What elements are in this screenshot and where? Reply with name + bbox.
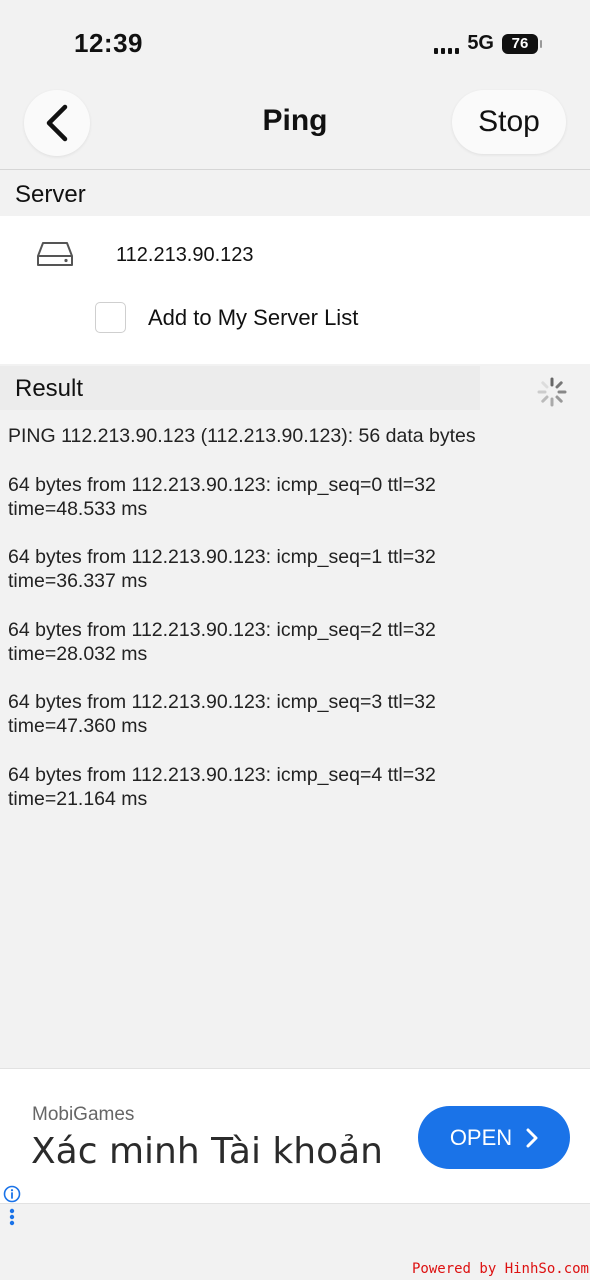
status-indicators: 5G 76 [434,32,542,55]
ping-reply-line: 64 bytes from 112.213.90.123: icmp_seq=1… [8,546,436,568]
loading-spinner-icon [537,377,567,407]
powered-by-watermark: Powered by HinhSo.com [411,1261,589,1277]
ping-reply: 64 bytes from 112.213.90.123: icmp_seq=1… [8,545,583,593]
ad-banner[interactable]: MobiGames Xác minh Tài khoản OPEN [0,1068,590,1204]
result-section-header: Result [0,366,590,410]
network-type: 5G [467,32,494,54]
ping-reply: 64 bytes from 112.213.90.123: icmp_seq=3… [8,690,583,738]
ping-header-line: PING 112.213.90.123 (112.213.90.123): 56… [8,425,476,447]
add-to-server-list-checkbox[interactable] [95,302,126,333]
server-section-header: Server [0,172,590,216]
result-section-label: Result [15,375,84,402]
ping-reply-line: 64 bytes from 112.213.90.123: icmp_seq=3… [8,691,436,713]
add-to-server-list-label[interactable]: Add to My Server List [148,305,358,331]
ad-sponsor: MobiGames [32,1104,135,1125]
ping-reply-line: 64 bytes from 112.213.90.123: icmp_seq=0… [8,473,436,496]
ping-reply-time: time=36.337 ms [8,570,148,592]
server-section-label: Server [15,181,86,208]
stop-button[interactable]: Stop [452,90,566,154]
signal-icon [434,34,460,54]
ping-reply-time: time=47.360 ms [8,715,148,737]
ping-reply-line: 64 bytes from 112.213.90.123: icmp_seq=4… [8,763,436,786]
battery-icon: 76 [502,33,542,54]
status-bar: 12:39 5G 76 [0,0,590,80]
ping-reply: 64 bytes from 112.213.90.123: icmp_seq=0… [8,473,583,521]
info-icon[interactable] [3,1185,21,1203]
ping-reply-time: time=28.032 ms [8,642,148,665]
ping-reply-time: time=21.164 ms [8,787,148,810]
navigation-bar: Ping Stop [0,80,590,170]
ping-reply: 64 bytes from 112.213.90.123: icmp_seq=2… [8,618,583,666]
ping-result-log: PING 112.213.90.123 (112.213.90.123): 56… [8,424,583,835]
ad-headline[interactable]: Xác minh Tài khoản [31,1131,383,1172]
chevron-right-icon [526,1128,538,1147]
ping-reply-time: time=48.533 ms [8,497,148,520]
server-panel: 112.213.90.123 Add to My Server List [0,216,590,364]
ping-reply: 64 bytes from 112.213.90.123: icmp_seq=4… [8,763,583,811]
server-address[interactable]: 112.213.90.123 [116,244,254,267]
drive-icon [37,242,73,266]
ad-open-label: OPEN [449,1124,513,1150]
ad-open-button[interactable]: OPEN [418,1106,570,1169]
battery-level: 76 [511,35,529,52]
ping-reply-line: 64 bytes from 112.213.90.123: icmp_seq=2… [8,618,436,641]
status-time: 12:39 [74,28,143,58]
more-vertical-icon[interactable] [9,1208,15,1226]
